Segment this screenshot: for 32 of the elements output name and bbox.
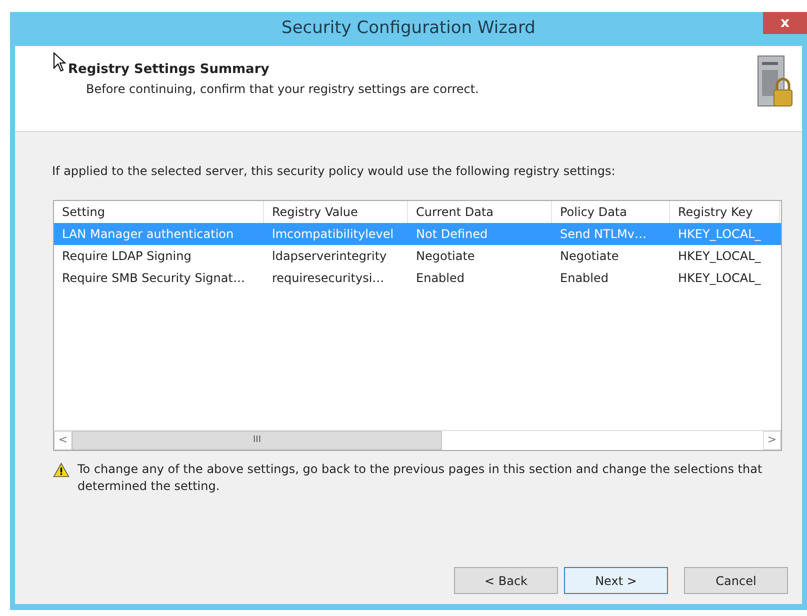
table-cell-text: Enabled — [559, 270, 610, 287]
warning-icon — [53, 461, 70, 479]
cursor-icon — [53, 52, 67, 72]
table-row[interactable]: Require SMB Security Signat… requiresecuritysi… Enabled Enabled HKEY_LOCAL_ — [54, 267, 781, 289]
page-description: Before continuing, confirm that your registry settings are correct. — [86, 80, 480, 98]
wizard-button[interactable]: < Back — [454, 567, 558, 594]
close-button[interactable]: x — [763, 12, 807, 34]
table-cell-text: Require LDAP Signing — [61, 248, 192, 265]
horizontal-scrollbar[interactable]: III — [72, 431, 763, 450]
intro-text: If applied to the selected server, this security policy would use the following registry settings: — [52, 163, 616, 180]
table-cell-text: Require SMB Security Signat… — [61, 270, 246, 287]
wizard-button[interactable]: Next > — [564, 567, 668, 594]
wizard-button[interactable]: Cancel — [684, 567, 788, 594]
table-cell-text: HKEY_LOCAL_ — [677, 248, 762, 265]
table-cell-text: lmcompatibilitylevel — [271, 226, 395, 243]
table-cell-text: HKEY_LOCAL_ — [677, 226, 762, 243]
table-cell-text: Negotiate — [415, 248, 476, 265]
table-cell-text: LAN Manager authentication — [61, 226, 235, 243]
scroll-left-button[interactable]: < — [54, 431, 72, 450]
table-cell-text: Negotiate — [559, 248, 620, 265]
warning-text: To change any of the above settings, go back to the previous pages in this section and change the selections that determined the setting. — [78, 461, 763, 495]
scroll-right-button[interactable]: > — [763, 431, 781, 450]
scroll-thumb[interactable]: III — [72, 431, 442, 450]
table-row[interactable]: Require LDAP Signing ldapserverintegrity Negotiate Negotiate HKEY_LOCAL_ — [54, 245, 781, 267]
table-cell-text: ldapserverintegrity — [271, 248, 388, 265]
table-cell-text: Send NTLMv… — [559, 226, 648, 243]
page-heading: Registry Settings Summary — [68, 61, 270, 79]
table-cell-text: HKEY_LOCAL_ — [677, 270, 762, 287]
table-cell-text: requiresecuritysi… — [271, 270, 386, 287]
table-cell-text: Enabled — [415, 270, 466, 287]
window-title: Security Configuration Wizard — [282, 17, 536, 40]
table-cell-text: Not Defined — [415, 226, 489, 243]
